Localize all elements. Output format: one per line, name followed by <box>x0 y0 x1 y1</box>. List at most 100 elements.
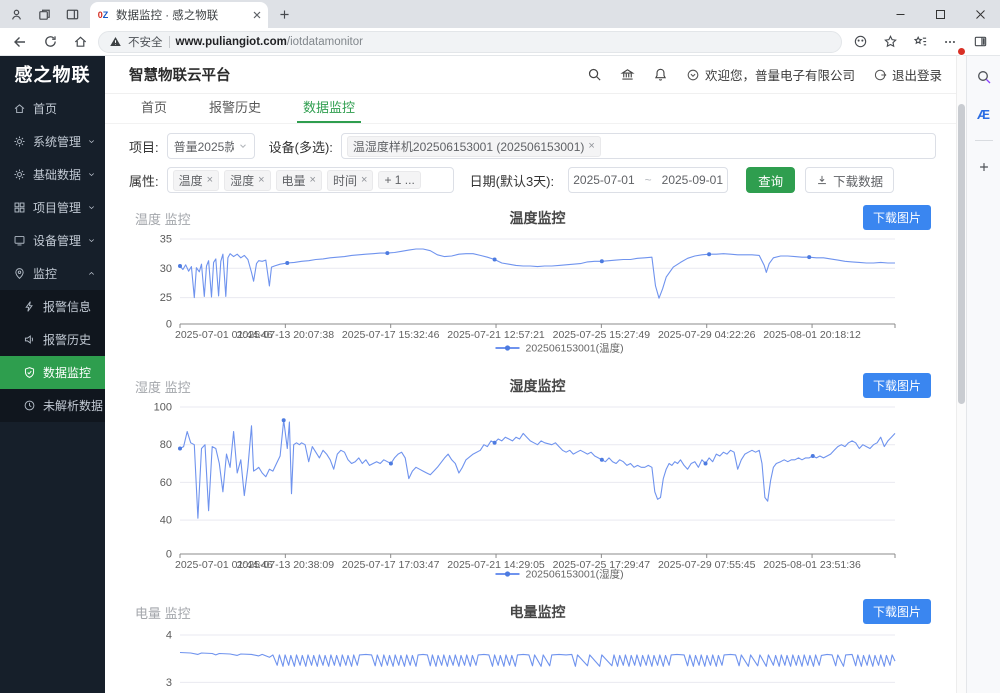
remove-tag-icon[interactable]: × <box>310 175 316 186</box>
sidebar-subitem-3[interactable]: 未解析数据 <box>0 389 105 422</box>
feedback-icon[interactable] <box>848 30 872 54</box>
workspaces-icon[interactable] <box>32 3 56 25</box>
project-select[interactable]: 普量2025款4... <box>167 133 255 159</box>
scrollbar-thumb[interactable] <box>958 104 965 404</box>
remove-tag-icon[interactable]: × <box>258 175 264 186</box>
chev-down <box>87 170 96 179</box>
page-scrollbar[interactable] <box>956 56 966 693</box>
sidebar-item-1[interactable]: 系统管理 <box>0 125 105 158</box>
rail-add-icon[interactable] <box>973 156 995 178</box>
sidebar-subitem-label: 报警信息 <box>43 298 91 315</box>
chart-plot-2: 43 <box>105 623 956 693</box>
date-separator: ~ <box>645 173 652 187</box>
chev-down <box>87 236 96 245</box>
rail-search-icon[interactable] <box>973 66 995 88</box>
svg-text:2025-07-29 07:55:45: 2025-07-29 07:55:45 <box>658 559 756 571</box>
sidebar-subitem-2[interactable]: 数据监控 <box>0 356 105 389</box>
svg-text:80: 80 <box>160 439 172 451</box>
date-label: 日期(默认3天): <box>470 171 555 190</box>
svg-text:60: 60 <box>160 477 172 489</box>
remove-tag-icon[interactable]: × <box>207 175 213 186</box>
chart-title: 电量监控 <box>180 602 895 622</box>
organization-icon[interactable] <box>620 67 635 82</box>
back-icon[interactable] <box>8 30 32 54</box>
logout-button[interactable]: 退出登录 <box>873 65 942 84</box>
app-header: 智慧物联云平台 欢迎您，普量电子有限公司 退出登录 <box>105 56 956 94</box>
new-tab-button[interactable] <box>278 8 291 21</box>
attribute-more-tag[interactable]: + 1 ... <box>378 171 420 189</box>
date-start: 2025-07-01 <box>573 173 634 187</box>
download-data-button[interactable]: 下载数据 <box>805 167 894 193</box>
home-icon[interactable] <box>68 30 92 54</box>
legend-label[interactable]: 202506153001(温度) <box>526 342 624 355</box>
device-tag: 温湿度样机202506153001 (202506153001)× <box>347 136 601 157</box>
project-label: 项目: <box>129 137 159 156</box>
rail-app-icon[interactable]: Æ <box>973 103 995 125</box>
tab-2[interactable]: 数据监控 <box>297 94 361 123</box>
sidebar-item-label: 基础数据 <box>33 166 81 183</box>
data-point-marker <box>493 258 497 262</box>
device-multiselect[interactable]: 温湿度样机202506153001 (202506153001)× <box>341 133 936 159</box>
close-button[interactable] <box>960 0 1000 28</box>
page-url: www.puliangiot.com/iotdatamonitor <box>176 36 363 48</box>
pin-icon <box>13 267 26 280</box>
chart-section-1: 湿度 监控湿度监控下载图片10080604002025-07-01 01:44:… <box>105 373 956 581</box>
profile-icon[interactable] <box>4 3 28 25</box>
data-point-marker <box>285 261 289 265</box>
attribute-multiselect[interactable]: 温度×湿度×电量×时间×+ 1 ... <box>167 167 454 193</box>
rail-divider <box>975 140 993 141</box>
device-icon <box>13 234 26 247</box>
update-badge <box>957 47 966 56</box>
tab-0[interactable]: 首页 <box>135 94 173 123</box>
minimize-button[interactable] <box>880 0 920 28</box>
chart-section-2: 电量 监控电量监控下载图片43 <box>105 599 956 693</box>
series-line <box>180 653 895 667</box>
data-point-marker <box>707 252 711 256</box>
sidebar-subitem-label: 未解析数据 <box>43 397 103 414</box>
collections-icon[interactable] <box>908 30 932 54</box>
bell-icon[interactable] <box>653 67 668 82</box>
download-image-button[interactable]: 下载图片 <box>863 205 931 230</box>
sidebar-item-0[interactable]: 首页 <box>0 92 105 125</box>
sidebar-item-2[interactable]: 基础数据 <box>0 158 105 191</box>
sidebar-item-5[interactable]: 监控 <box>0 257 105 290</box>
sidebar-menu: 首页系统管理基础数据项目管理设备管理监控报警信息报警历史数据监控未解析数据 <box>0 92 105 422</box>
filter-row-1: 项目: 普量2025款4... 设备(多选): 温湿度样机20250615300… <box>129 133 956 159</box>
tab-actions-icon[interactable] <box>60 3 84 25</box>
svg-text:2025-07-21 12:57:21: 2025-07-21 12:57:21 <box>447 329 545 341</box>
remove-tag-icon[interactable]: × <box>361 175 367 186</box>
filter-row-2: 属性: 温度×湿度×电量×时间×+ 1 ... 日期(默认3天): 2025-0… <box>129 167 956 193</box>
date-range-picker[interactable]: 2025-07-01 ~ 2025-09-01 <box>568 167 728 193</box>
welcome-user[interactable]: 欢迎您，普量电子有限公司 <box>686 65 855 84</box>
attribute-tag-1: 湿度× <box>224 170 270 191</box>
data-point-marker <box>178 446 182 450</box>
search-icon[interactable] <box>587 67 602 82</box>
query-button[interactable]: 查询 <box>746 167 795 193</box>
remove-tag-icon[interactable]: × <box>588 141 594 152</box>
bolt-icon <box>23 300 36 313</box>
legend-marker-icon <box>505 571 510 576</box>
sidebar-subitem-0[interactable]: 报警信息 <box>0 290 105 323</box>
legend-marker-icon <box>505 345 510 350</box>
favorite-star-icon[interactable] <box>878 30 902 54</box>
series-line <box>180 420 895 518</box>
sidebar-item-3[interactable]: 项目管理 <box>0 191 105 224</box>
legend-label[interactable]: 202506153001(湿度) <box>526 568 624 581</box>
address-bar[interactable]: 不安全 www.puliangiot.com/iotdatamonitor <box>98 31 842 53</box>
svg-text:2025-07-29 04:22:26: 2025-07-29 04:22:26 <box>658 329 756 341</box>
download-image-button[interactable]: 下载图片 <box>863 373 931 398</box>
maximize-button[interactable] <box>920 0 960 28</box>
data-point-marker <box>811 454 815 458</box>
chart-title: 温度监控 <box>180 208 895 228</box>
sidebar-subitem-1[interactable]: 报警历史 <box>0 323 105 356</box>
tab-close-icon[interactable] <box>252 10 262 20</box>
refresh-icon[interactable] <box>38 30 62 54</box>
browser-tab[interactable]: 0Z 数据监控 · 感之物联 <box>90 2 268 28</box>
tab-1[interactable]: 报警历史 <box>203 94 267 123</box>
download-image-button[interactable]: 下载图片 <box>863 599 931 624</box>
split-screen-icon[interactable] <box>968 30 992 54</box>
grid-icon <box>13 201 26 214</box>
sidebar-item-4[interactable]: 设备管理 <box>0 224 105 257</box>
browser-menu-icon[interactable] <box>938 30 962 54</box>
attribute-tag-3: 时间× <box>327 170 373 191</box>
